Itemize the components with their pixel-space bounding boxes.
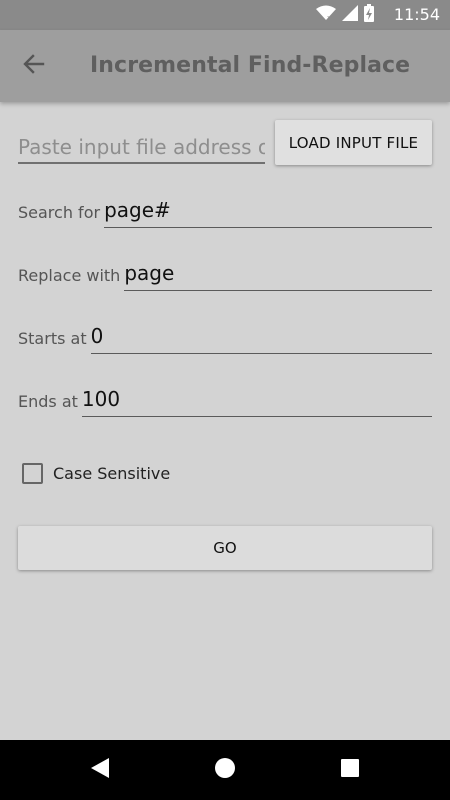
replace-input[interactable] — [124, 257, 432, 291]
nav-back-icon — [90, 757, 110, 783]
go-button[interactable]: GO — [18, 526, 432, 570]
nav-back-button[interactable] — [88, 758, 112, 782]
signal-icon — [342, 5, 358, 25]
app-bar: Incremental Find-Replace — [0, 30, 450, 102]
ends-at-input[interactable] — [81, 383, 432, 417]
search-label: Search for — [18, 203, 101, 222]
battery-charging-icon — [364, 4, 374, 26]
case-sensitive-label: Case Sensitive — [53, 463, 171, 483]
input-file-address-field[interactable] — [18, 132, 265, 164]
nav-recents-button[interactable] — [338, 758, 362, 782]
status-time: 11:54 — [393, 5, 440, 24]
starts-at-input[interactable] — [90, 320, 432, 354]
status-bar: x 11:54 — [0, 0, 450, 30]
nav-recents-icon — [340, 758, 360, 782]
back-arrow-icon — [23, 53, 45, 79]
ends-at-label: Ends at — [18, 392, 78, 411]
search-row: Search for — [18, 192, 432, 228]
starts-at-label: Starts at — [18, 329, 87, 348]
replace-row: Replace with — [18, 255, 432, 291]
nav-home-button[interactable] — [213, 758, 237, 782]
svg-text:x: x — [327, 14, 331, 21]
case-sensitive-checkbox-row[interactable]: Case Sensitive — [22, 461, 170, 485]
load-input-file-button[interactable]: LOAD INPUT FILE — [275, 120, 432, 165]
nav-home-icon — [214, 757, 236, 783]
replace-label: Replace with — [18, 266, 121, 285]
status-icons: x — [316, 4, 374, 26]
nav-bar — [0, 740, 450, 800]
ends-at-row: Ends at — [18, 381, 432, 417]
page-title: Incremental Find-Replace — [90, 53, 411, 78]
wifi-icon: x — [316, 5, 336, 25]
search-input[interactable] — [104, 194, 432, 228]
starts-at-row: Starts at — [18, 318, 432, 354]
back-button[interactable] — [16, 48, 52, 84]
case-sensitive-checkbox[interactable] — [22, 462, 43, 484]
